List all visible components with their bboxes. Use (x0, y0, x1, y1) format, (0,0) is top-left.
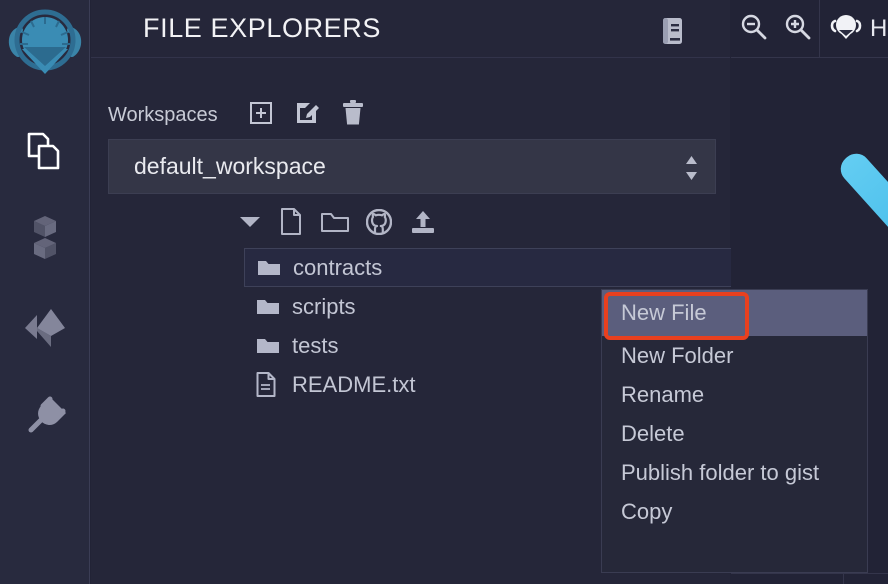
tree-item-label: tests (292, 333, 338, 359)
tree-item-label: scripts (292, 294, 356, 320)
context-menu-item-label: New Folder (621, 343, 733, 369)
folder-icon (256, 336, 286, 355)
file-tree-toolbar (231, 208, 730, 240)
folder-icon (256, 297, 286, 316)
right-topbar: H (731, 0, 888, 58)
file-text-icon (256, 372, 286, 397)
zoom-out-icon (740, 13, 767, 45)
delete-workspace-button[interactable] (336, 100, 370, 130)
remix-ide-window: FILE EXPLORERS Workspaces (0, 0, 888, 584)
context-menu-item-label: Delete (621, 421, 685, 447)
new-folder-button[interactable] (313, 208, 357, 240)
context-menu: New File New Folder Rename Delete Publis… (601, 289, 868, 573)
tree-item-contracts[interactable]: contracts (244, 248, 778, 287)
chevron-down-icon (239, 215, 261, 234)
file-icon (280, 208, 302, 240)
create-workspace-button[interactable] (244, 100, 278, 130)
sidebar-item-solidity-compiler[interactable] (0, 196, 90, 284)
workspace-select[interactable]: default_workspace (108, 139, 716, 194)
workspace-selected-value: default_workspace (134, 153, 326, 180)
folder-icon (257, 258, 287, 277)
deploy-run-icon (21, 305, 69, 351)
brand-text: H (870, 15, 887, 43)
context-menu-item-rename[interactable]: Rename (602, 375, 867, 414)
context-menu-item-label: Copy (621, 499, 672, 525)
panel-seam-vertical (843, 573, 844, 584)
tree-item-label: contracts (293, 255, 382, 281)
book-icon[interactable] (661, 17, 685, 50)
sort-updown-icon (684, 155, 699, 186)
zoom-in-button[interactable] (775, 0, 819, 58)
context-menu-item-delete[interactable]: Delete (602, 414, 867, 453)
solidity-compiler-icon (22, 215, 68, 265)
decorative-cyan-bar (835, 148, 888, 280)
folder-icon (321, 210, 349, 239)
sidebar-item-plugin-manager[interactable] (0, 372, 90, 460)
context-menu-item-label: Publish folder to gist (621, 460, 819, 486)
collapse-all-button[interactable] (231, 208, 269, 240)
github-icon (366, 209, 392, 240)
context-menu-item-new-file[interactable]: New File (602, 290, 867, 336)
context-menu-item-label: Rename (621, 382, 704, 408)
plus-square-icon (249, 101, 273, 130)
pencil-square-icon (294, 100, 320, 131)
rename-workspace-button[interactable] (290, 100, 324, 130)
sidebar-item-file-explorers[interactable] (0, 108, 90, 196)
upload-icon (410, 209, 436, 240)
plug-icon (21, 393, 69, 439)
zoom-out-button[interactable] (731, 0, 775, 58)
context-menu-item-publish-folder-to-gist[interactable]: Publish folder to gist (602, 453, 867, 492)
tree-item-label: README.txt (292, 372, 415, 398)
file-explorers-icon (22, 129, 68, 175)
zoom-in-icon (784, 13, 811, 45)
workspaces-label: Workspaces (108, 104, 218, 127)
context-menu-item-label: New File (621, 300, 707, 326)
left-icon-rail (0, 0, 90, 584)
context-menu-item-new-folder[interactable]: New Folder (602, 336, 867, 375)
remix-logo (6, 2, 84, 88)
github-button[interactable] (357, 208, 401, 240)
context-menu-item-copy[interactable]: Copy (602, 492, 867, 531)
brand-block[interactable]: H (820, 9, 887, 48)
new-file-button[interactable] (269, 208, 313, 240)
panel-header: FILE EXPLORERS (91, 0, 730, 58)
trash-icon (341, 99, 365, 131)
panel-seam-horizontal (731, 573, 888, 574)
upload-button[interactable] (401, 208, 445, 240)
page-title: FILE EXPLORERS (143, 13, 381, 44)
rail-icon-list (0, 108, 90, 460)
sidebar-item-deploy-run[interactable] (0, 284, 90, 372)
workspaces-row: Workspaces (108, 100, 730, 130)
remix-logo-small-icon (829, 9, 863, 48)
